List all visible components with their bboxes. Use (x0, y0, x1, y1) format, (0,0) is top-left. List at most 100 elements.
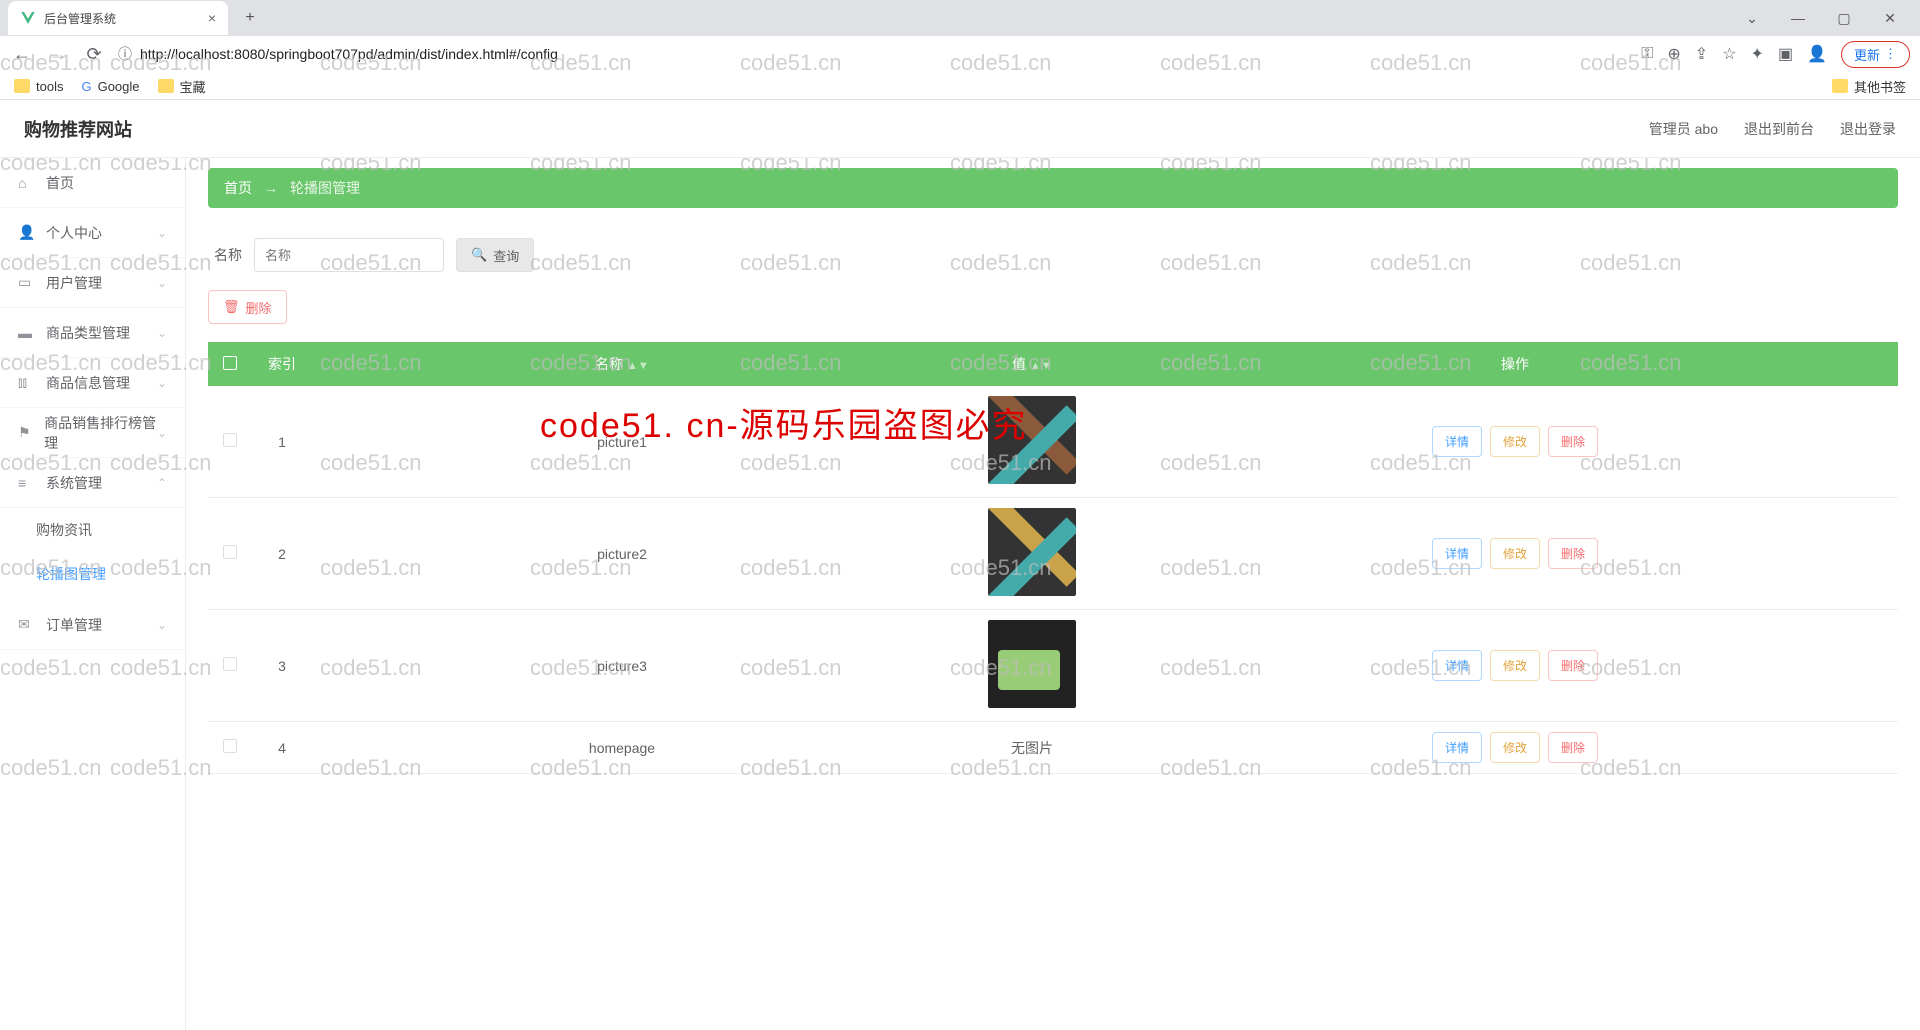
minimize-icon[interactable]: — (1784, 10, 1812, 27)
main-content: 首页 → 轮播图管理 名称 🔍 查询 🗑 删除 (186, 100, 1920, 1030)
chevron-down-icon[interactable]: ⌄ (1738, 10, 1766, 27)
url-field[interactable]: ⓘ http://localhost:8080/springboot707pd/… (118, 44, 1629, 64)
detail-button[interactable]: 详情 (1432, 426, 1482, 457)
maximize-icon[interactable]: ▢ (1830, 10, 1858, 27)
update-button[interactable]: 更新 ⋮ (1841, 41, 1910, 68)
edit-button[interactable]: 修改 (1490, 426, 1540, 457)
profile-icon[interactable]: 👤 (1807, 44, 1827, 64)
detail-button[interactable]: 详情 (1432, 538, 1482, 569)
table-row: 3 picture3 详情 修改 删除 (208, 610, 1898, 722)
browser-chrome: 后台管理系统 × + ⌄ — ▢ ✕ ← → ⟳ ⓘ http://localh… (0, 0, 1920, 100)
extension-icon[interactable]: ✦ (1751, 44, 1764, 64)
browser-tab[interactable]: 后台管理系统 × (8, 1, 228, 35)
th-name[interactable]: 名称 ▲▼ (312, 342, 932, 386)
name-search-input[interactable] (254, 238, 444, 272)
sidebar-item-order[interactable]: ✉ 订单管理 ⌄ (0, 600, 185, 650)
sidebar-item-home[interactable]: ⌂ 首页 (0, 158, 185, 208)
bookmark-treasure[interactable]: 宝藏 (158, 77, 206, 96)
delete-button[interactable]: 删除 (1548, 426, 1598, 457)
sidebar-item-users[interactable]: ▭ 用户管理 ⌄ (0, 258, 185, 308)
edit-button[interactable]: 修改 (1490, 538, 1540, 569)
tab-close-icon[interactable]: × (208, 10, 216, 26)
chevron-down-icon: ⌄ (157, 276, 167, 290)
sidebar-item-system[interactable]: ≡ 系统管理 ⌃ (0, 458, 185, 508)
star-icon[interactable]: ☆ (1722, 44, 1736, 64)
table-row: 1 picture1 详情 修改 删除 (208, 386, 1898, 498)
chat-icon: ▭ (18, 274, 36, 291)
detail-button[interactable]: 详情 (1432, 650, 1482, 681)
sidebar-sub-news[interactable]: 购物资讯 (0, 508, 185, 552)
breadcrumb: 首页 → 轮播图管理 (208, 168, 1898, 208)
admin-label[interactable]: 管理员 abo (1649, 119, 1718, 139)
row-checkbox[interactable] (223, 657, 237, 671)
th-checkbox[interactable] (208, 342, 252, 386)
google-icon: G (81, 79, 91, 94)
sidebar-item-product-rank[interactable]: ⚑ 商品销售排行榜管理 ⌄ (0, 408, 185, 458)
sidebar-sub-carousel[interactable]: 轮播图管理 (0, 552, 185, 596)
home-icon: ⌂ (18, 175, 36, 191)
bookmark-other[interactable]: 其他书签 (1832, 77, 1906, 96)
new-tab-button[interactable]: + (236, 4, 264, 32)
sidebar-item-product-type[interactable]: ▬ 商品类型管理 ⌄ (0, 308, 185, 358)
edit-button[interactable]: 修改 (1490, 732, 1540, 763)
window-controls: ⌄ — ▢ ✕ (1738, 10, 1920, 27)
exit-to-front-link[interactable]: 退出到前台 (1744, 119, 1814, 139)
chart-icon: ⫾⫾ (18, 374, 36, 391)
table-row: 2 picture2 详情 修改 删除 (208, 498, 1898, 610)
app-header: 购物推荐网站 管理员 abo 退出到前台 退出登录 (0, 100, 1920, 158)
tab-title: 后台管理系统 (44, 10, 116, 27)
forward-icon[interactable]: → (46, 44, 70, 65)
breadcrumb-home[interactable]: 首页 (224, 178, 252, 198)
delete-button[interactable]: 删除 (1548, 650, 1598, 681)
row-checkbox[interactable] (223, 545, 237, 559)
row-checkbox[interactable] (223, 433, 237, 447)
row-checkbox[interactable] (223, 739, 237, 753)
cell-name: picture3 (312, 610, 932, 722)
bulk-delete-button[interactable]: 🗑 删除 (208, 290, 287, 324)
address-bar: ← → ⟳ ⓘ http://localhost:8080/springboot… (0, 36, 1920, 72)
bookmark-google[interactable]: GGoogle (81, 79, 139, 94)
cell-index: 4 (252, 722, 312, 774)
bookmark-tools[interactable]: tools (14, 79, 63, 94)
search-label: 名称 (214, 245, 242, 265)
cell-index: 2 (252, 498, 312, 610)
vue-favicon-icon (20, 10, 36, 26)
cell-value (932, 610, 1132, 722)
sidebar-item-personal[interactable]: 👤 个人中心 ⌄ (0, 208, 185, 258)
kebab-icon: ⋮ (1884, 46, 1897, 62)
logout-link[interactable]: 退出登录 (1840, 119, 1896, 139)
detail-button[interactable]: 详情 (1432, 732, 1482, 763)
checkbox-icon[interactable] (223, 356, 237, 370)
key-icon[interactable]: ⚿ (1641, 45, 1653, 63)
th-value[interactable]: 值 ▲▼ (932, 342, 1132, 386)
chevron-up-icon: ⌃ (157, 476, 167, 490)
delete-button[interactable]: 删除 (1548, 732, 1598, 763)
chevron-down-icon: ⌄ (157, 376, 167, 390)
cell-value (932, 498, 1132, 610)
back-icon[interactable]: ← (10, 44, 34, 65)
data-table: 索引 名称 ▲▼ 值 ▲▼ 操作 1 picture1 详情 修改 (208, 342, 1898, 774)
share-icon[interactable]: ⇪ (1695, 44, 1708, 64)
search-icon: 🔍 (471, 247, 487, 263)
search-row: 名称 🔍 查询 (208, 238, 1898, 272)
query-button[interactable]: 🔍 查询 (456, 238, 534, 272)
cell-name: homepage (312, 722, 932, 774)
monitor-icon: ▬ (18, 325, 36, 341)
panel-icon[interactable]: ▣ (1778, 44, 1793, 64)
menu-icon: ≡ (18, 475, 36, 491)
zoom-icon[interactable]: ⊕ (1667, 44, 1680, 64)
edit-button[interactable]: 修改 (1490, 650, 1540, 681)
chevron-down-icon: ⌄ (157, 226, 167, 240)
th-ops: 操作 (1132, 342, 1898, 386)
folder-icon (1832, 79, 1848, 93)
delete-button[interactable]: 删除 (1548, 538, 1598, 569)
arrow-right-icon: → (264, 180, 278, 196)
reload-icon[interactable]: ⟳ (82, 44, 106, 65)
close-window-icon[interactable]: ✕ (1876, 10, 1904, 27)
breadcrumb-current: 轮播图管理 (290, 178, 360, 198)
mail-icon: ✉ (18, 616, 36, 633)
app-title: 购物推荐网站 (24, 116, 132, 142)
sidebar-item-product-info[interactable]: ⫾⫾ 商品信息管理 ⌄ (0, 358, 185, 408)
thumbnail-image (988, 508, 1076, 596)
chevron-down-icon: ⌄ (157, 426, 167, 440)
